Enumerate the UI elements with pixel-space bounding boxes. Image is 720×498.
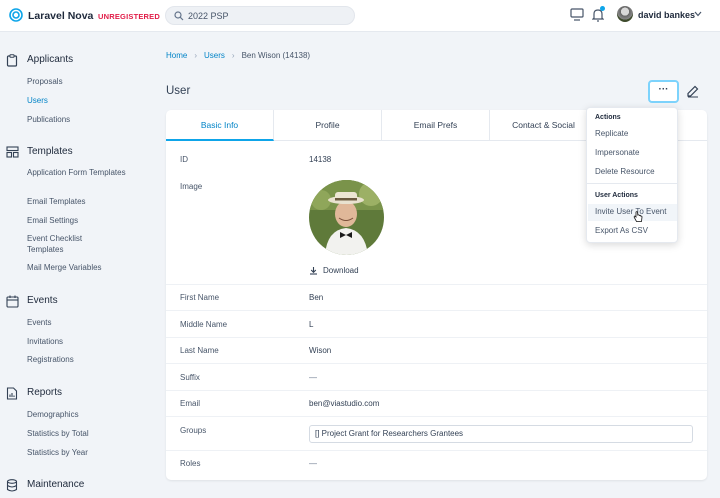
row-divider: [166, 284, 707, 285]
sidebar-item-proposals[interactable]: Proposals: [27, 76, 63, 87]
chevron-right-icon: ›: [231, 51, 235, 60]
menu-divider: [587, 183, 677, 184]
field-value-suffix: —: [309, 373, 317, 382]
user-actions-heading: User Actions: [595, 192, 638, 199]
field-value-first-name: Ben: [309, 293, 324, 302]
more-actions-button[interactable]: ···: [648, 80, 679, 103]
field-label-first-name: First Name: [180, 293, 220, 302]
license-badge: UNREGISTERED: [98, 12, 160, 21]
field-label-suffix: Suffix: [180, 373, 200, 382]
sidebar-item-publications[interactable]: Publications: [27, 114, 70, 125]
grid-icon: [6, 146, 19, 158]
download-label: Download: [323, 266, 359, 275]
chevron-right-icon: ›: [194, 51, 198, 60]
sidebar-item-events[interactable]: Events: [27, 317, 51, 328]
download-icon: [310, 267, 317, 275]
field-value-last-name: Wison: [309, 346, 332, 355]
sidebar-item-demographics[interactable]: Demographics: [27, 409, 79, 420]
page-title: User: [166, 85, 191, 97]
sidebar-item-statistics-by-year[interactable]: Statistics by Year: [27, 447, 88, 458]
field-value-email[interactable]: ben@viastudio.com: [309, 399, 379, 408]
field-value-id: 14138: [309, 155, 332, 164]
app-name[interactable]: Laravel Nova: [28, 10, 93, 22]
row-divider: [166, 416, 707, 417]
tab-basic-info[interactable]: Basic Info: [166, 110, 274, 141]
breadcrumb-users[interactable]: Users: [204, 51, 225, 60]
sidebar-section-title: Applicants: [27, 54, 74, 65]
field-label-email: Email: [180, 399, 201, 408]
screen-icon[interactable]: [570, 8, 584, 21]
sidebar-item-registrations[interactable]: Registrations: [27, 354, 74, 365]
sidebar-item-email-settings[interactable]: Email Settings: [27, 215, 78, 226]
clipboard-icon: [6, 54, 18, 67]
field-label-middle-name: Middle Name: [180, 320, 228, 329]
search-input[interactable]: [188, 9, 348, 22]
database-icon: [6, 479, 18, 492]
tab-contact-social[interactable]: Contact & Social: [490, 110, 598, 141]
actions-dropdown: Actions Replicate Impersonate Delete Res…: [586, 107, 678, 243]
tab-email-prefs[interactable]: Email Prefs: [382, 110, 490, 141]
row-divider: [166, 337, 707, 338]
sidebar-section-title: Events: [27, 295, 58, 306]
sidebar-item-mail-merge-variables[interactable]: Mail Merge Variables: [27, 262, 102, 273]
groups-value-box[interactable]: [] Project Grant for Researchers Grantee…: [309, 425, 693, 443]
sidebar-item-application-form-templates[interactable]: Application Form Templates: [27, 167, 137, 178]
tab-profile[interactable]: Profile: [274, 110, 382, 141]
menu-item-export-as-csv[interactable]: Export As CSV: [595, 226, 648, 235]
row-divider: [166, 310, 707, 311]
sidebar-section-title: Maintenance: [27, 479, 85, 490]
hand-cursor-icon: [633, 211, 643, 222]
menu-item-replicate[interactable]: Replicate: [595, 129, 628, 138]
field-value-roles: —: [309, 459, 317, 468]
sidebar-item-statistics-by-total[interactable]: Statistics by Total: [27, 428, 89, 439]
sidebar-item-email-templates[interactable]: Email Templates: [27, 196, 86, 207]
field-label-last-name: Last Name: [180, 346, 219, 355]
field-label-id: ID: [180, 155, 188, 164]
sidebar-section-title: Reports: [27, 387, 63, 398]
breadcrumb-home[interactable]: Home: [166, 51, 187, 60]
menu-item-invite-user-to-event[interactable]: Invite User To Event: [595, 207, 666, 216]
menu-item-delete-resource[interactable]: Delete Resource: [595, 167, 655, 176]
edit-icon[interactable]: [686, 84, 700, 98]
nova-logo-icon[interactable]: [9, 8, 23, 22]
report-icon: [6, 387, 18, 400]
field-value-middle-name: L: [309, 320, 314, 329]
row-divider: [166, 363, 707, 364]
user-name[interactable]: david bankes: [638, 10, 695, 20]
sidebar-section-title: Templates: [27, 146, 73, 157]
breadcrumb: Home › Users › Ben Wison (14138): [166, 51, 310, 60]
search-bar[interactable]: [165, 6, 355, 25]
actions-heading: Actions: [595, 114, 621, 121]
top-bar: Laravel Nova UNREGISTERED david bankes: [0, 0, 720, 32]
sidebar-item-invitations[interactable]: Invitations: [27, 336, 63, 347]
sidebar-item-event-checklist-templates[interactable]: Event Checklist Templates: [27, 233, 97, 255]
field-label-groups: Groups: [180, 426, 207, 435]
sidebar: Applicants Proposals Users Publications …: [0, 32, 150, 498]
breadcrumb-current: Ben Wison (14138): [241, 51, 311, 60]
avatar[interactable]: [617, 6, 633, 22]
sidebar-item-users[interactable]: Users: [27, 95, 48, 106]
chevron-down-icon[interactable]: [694, 11, 702, 17]
field-label-roles: Roles: [180, 459, 201, 468]
row-divider: [166, 390, 707, 391]
search-icon: [174, 11, 184, 21]
notification-dot: [600, 6, 605, 11]
calendar-icon: [6, 295, 19, 308]
user-photo: [309, 180, 384, 255]
field-label-image: Image: [180, 182, 203, 191]
menu-item-impersonate[interactable]: Impersonate: [595, 148, 639, 157]
row-divider: [166, 450, 707, 451]
